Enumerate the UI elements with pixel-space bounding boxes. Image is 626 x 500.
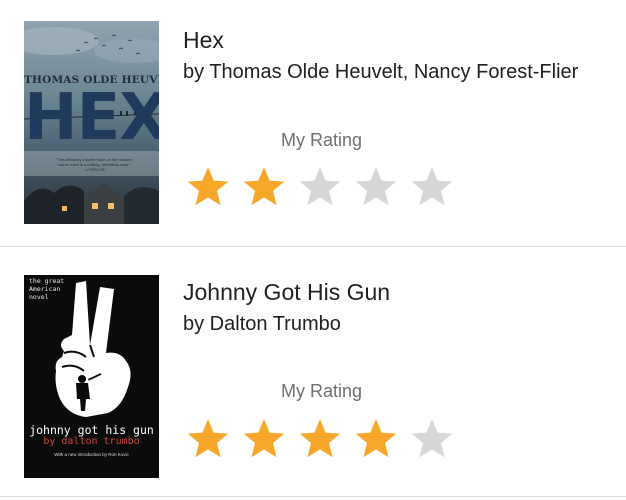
rating-stars[interactable] (185, 165, 465, 211)
star-filled-icon[interactable] (241, 417, 297, 463)
rating-stars[interactable] (185, 417, 465, 463)
star-empty-icon[interactable] (409, 165, 465, 211)
cover-blurb: “This brilliantly inspired take on the m… (54, 157, 134, 172)
row-divider (0, 246, 626, 247)
cover-blurb-source: —FORCOR (83, 167, 105, 172)
star-filled-icon[interactable] (297, 417, 353, 463)
rating-label: My Rating (281, 130, 363, 150)
star-filled-icon[interactable] (241, 165, 297, 211)
row-divider (0, 496, 626, 497)
book-cover-image[interactable]: THOMAS OLDE HEUVELT HEX “This brilliantl… (24, 21, 159, 224)
book-title[interactable]: Hex (183, 27, 224, 54)
star-filled-icon[interactable] (353, 417, 409, 463)
cover-author-text: by dalton trumbo (43, 436, 140, 447)
book-title[interactable]: Johnny Got His Gun (183, 279, 390, 306)
star-filled-icon[interactable] (185, 417, 241, 463)
peace-hand-icon (55, 281, 131, 417)
cover-blurb-text: “This brilliantly inspired take on the m… (55, 157, 133, 167)
book-list: THOMAS OLDE HEUVELT HEX “This brilliantl… (0, 0, 626, 500)
star-empty-icon[interactable] (297, 165, 353, 211)
star-empty-icon[interactable] (409, 417, 465, 463)
star-filled-icon[interactable] (185, 165, 241, 211)
cover-title-text: HEX (24, 81, 159, 155)
cover-sub-text: With a new introduction by Ron Kovic (54, 452, 129, 457)
book-author: by Dalton Trumbo (183, 313, 341, 335)
star-empty-icon[interactable] (353, 165, 409, 211)
book-row[interactable]: THOMAS OLDE HEUVELT HEX “This brilliantl… (0, 0, 626, 250)
book-cover-image[interactable]: the great American novel johnny got his … (24, 275, 159, 478)
rating-label: My Rating (281, 381, 363, 401)
book-author: by Thomas Olde Heuvelt, Nancy Forest-Fli… (183, 61, 579, 83)
book-row[interactable]: the great American novel johnny got his … (0, 248, 626, 498)
cover-title-text: johnny got his gun (29, 423, 154, 437)
